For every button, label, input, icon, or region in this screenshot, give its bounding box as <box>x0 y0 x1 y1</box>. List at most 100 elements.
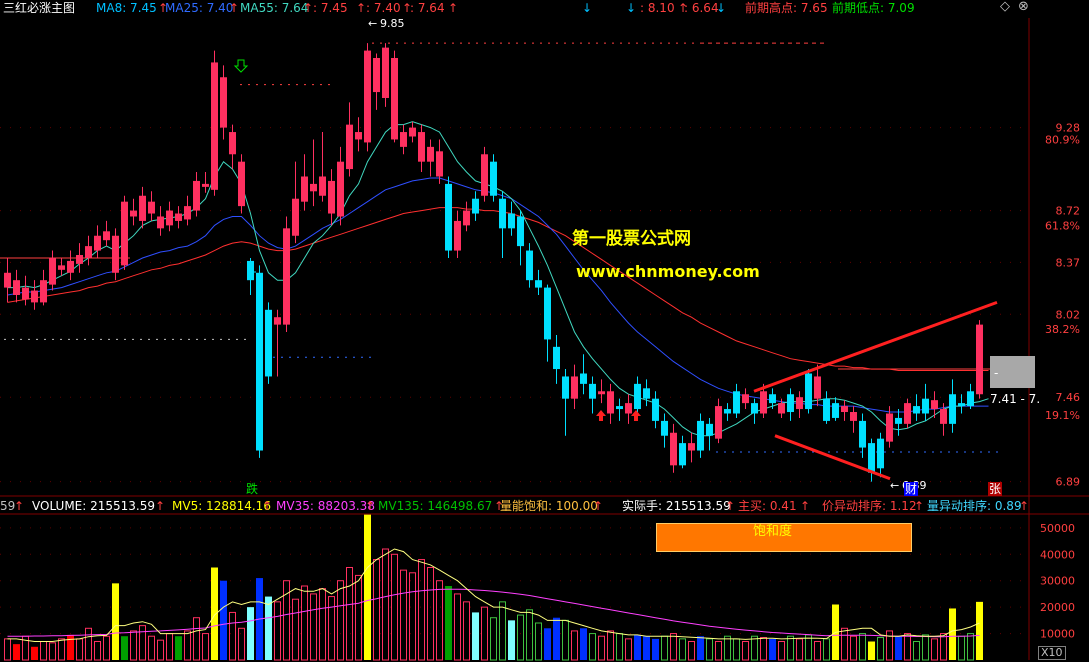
volume-bar <box>229 611 236 661</box>
watermark-url: www.chnmoney.com <box>576 262 760 281</box>
buy-arrow-icon <box>631 410 641 421</box>
candle-body <box>625 403 632 414</box>
volume-tick-label: 50000 <box>1040 522 1075 535</box>
pct-tick-label: 80.9% <box>1045 133 1080 146</box>
volume-bar <box>688 641 695 661</box>
volume-bar <box>247 607 254 660</box>
candle-body <box>661 420 668 436</box>
volume-bar <box>535 622 542 661</box>
low-arrow: ← <box>890 479 900 492</box>
candle-body <box>814 376 821 399</box>
volume-bar <box>733 638 740 661</box>
candle-body <box>391 57 398 140</box>
candle-body <box>418 132 425 162</box>
volume-cut: 59 <box>0 499 16 513</box>
volume-bar <box>319 588 326 661</box>
pct-tick-label: 19.1% <box>1045 409 1080 422</box>
volume-bar <box>652 638 659 660</box>
candle-body <box>859 420 866 448</box>
candle-body <box>238 161 245 207</box>
candle-body <box>175 213 182 221</box>
candle-body <box>247 260 254 281</box>
value-4: : 8.10 <box>640 1 675 15</box>
candle-body <box>103 231 110 241</box>
candle-body <box>508 213 515 229</box>
down-arrow-1: ↓ <box>582 1 593 15</box>
candle-body <box>130 210 137 217</box>
ma55-arrow: ↑ <box>303 1 314 15</box>
volume-bar <box>328 596 335 661</box>
volume-bar <box>67 634 74 660</box>
candle-body <box>841 406 848 413</box>
volume-bar <box>544 628 551 660</box>
diamond-icon[interactable]: ◇ <box>1000 0 1010 14</box>
volume-bar <box>85 627 92 661</box>
value-5: : 6.64 <box>684 1 719 15</box>
value-1: : 7.45 <box>313 1 348 15</box>
candle-body <box>589 383 596 399</box>
volume-bar <box>373 559 380 661</box>
volume-bar <box>742 641 749 661</box>
volume-bar <box>103 635 110 661</box>
volume-bar <box>265 596 272 660</box>
candle-body <box>49 257 56 285</box>
volume-unit: X10 <box>1038 646 1066 660</box>
candle-body <box>409 127 416 137</box>
volume-bar <box>796 638 803 661</box>
volume-bar <box>760 637 767 661</box>
ma-slow-line <box>7 207 989 371</box>
ma25-arrow: ↑ <box>229 1 240 15</box>
candle-body <box>562 376 569 399</box>
candle-body <box>607 391 614 414</box>
volume-bar <box>724 635 731 661</box>
candle-body <box>13 280 20 295</box>
volume-bar <box>148 635 155 661</box>
ma8-label: MA8: 7.45 <box>96 1 157 15</box>
candle-body <box>121 201 128 266</box>
volume-bar <box>508 620 515 660</box>
candle-body <box>832 403 839 418</box>
cai-marker: 财 <box>904 482 919 496</box>
candle-body <box>67 260 74 273</box>
candle-body <box>184 206 191 220</box>
candle-body <box>778 403 785 414</box>
indicator-title[interactable]: 三红必涨主图 <box>3 1 75 15</box>
candle-body <box>958 403 965 407</box>
candle-body <box>544 287 551 340</box>
mv35-arrow: ↑ <box>365 499 376 513</box>
volume-bar <box>967 633 974 661</box>
volume-bar <box>292 598 299 661</box>
channel-upper-line <box>753 300 998 393</box>
volume-bar <box>94 641 101 661</box>
volume-bar <box>769 638 776 660</box>
saturation-box: 饱和度 <box>656 523 912 552</box>
range-label: 7.41 - 7. <box>990 392 1041 406</box>
candle-body <box>751 403 758 414</box>
candle-body <box>166 210 173 226</box>
candle-body <box>229 132 236 155</box>
volume-bar <box>553 617 560 660</box>
volume-bar <box>166 633 173 661</box>
candle-body <box>742 394 749 404</box>
value-3: : 7.64 <box>410 1 445 15</box>
vol-rank-label: 量异动排序: 0.89 <box>927 499 1022 513</box>
saturation-label: 量能饱和: 100.00 <box>500 499 598 513</box>
volume-tick-label: 10000 <box>1040 628 1075 641</box>
volume-tick-label: 30000 <box>1040 575 1075 588</box>
candle-body <box>274 317 281 325</box>
candle-body <box>787 394 794 413</box>
candle-body <box>355 132 362 140</box>
main-buy-label: 主买: 0.41 <box>738 499 797 513</box>
volume-bar <box>661 635 668 661</box>
volume-bar <box>400 569 407 661</box>
volume-bar <box>958 635 965 661</box>
volume-bar <box>751 635 758 661</box>
volume-bar <box>526 609 533 661</box>
volume-bar <box>436 580 443 661</box>
volume-bar <box>940 633 947 661</box>
candle-body <box>220 77 227 128</box>
buy-arrow-icon <box>596 410 606 421</box>
candle-body <box>526 250 533 281</box>
close-icon[interactable]: ⊗ <box>1018 0 1029 14</box>
candle-body <box>436 151 443 177</box>
